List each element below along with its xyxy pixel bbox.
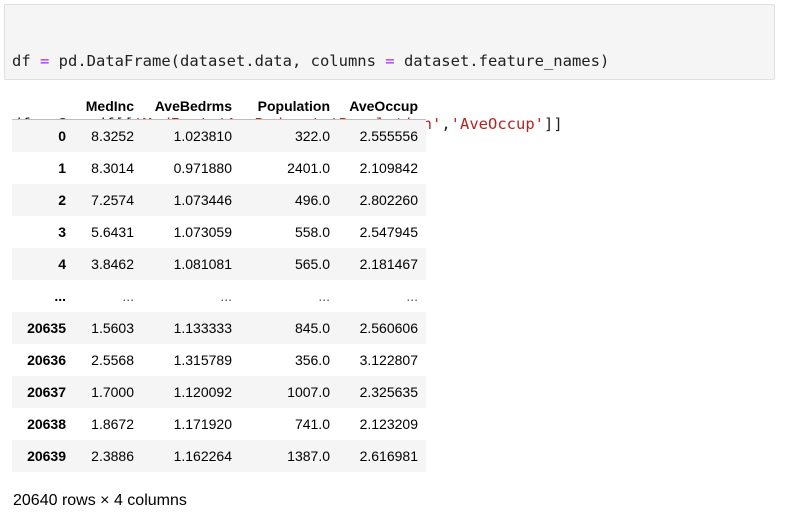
row-index: 20639 <box>27 448 66 464</box>
row-index: ... <box>54 288 66 304</box>
table-cell: 1.073446 <box>173 192 232 208</box>
row-index: 4 <box>58 256 66 272</box>
table-row: 20636 2.5568 1.315789 356.0 3.122807 <box>12 344 426 376</box>
table-cell: 2.123209 <box>359 416 418 432</box>
table-cell: 8.3252 <box>91 128 134 144</box>
table-row: ............... <box>12 280 426 312</box>
table-cell: 565.0 <box>294 256 330 272</box>
header-row: MedInc AveBedrms Population AveOccup <box>12 92 426 120</box>
row-index: 20635 <box>27 320 66 336</box>
table-cell: 3.122807 <box>359 352 418 368</box>
table-cell: 558.0 <box>294 224 330 240</box>
table-cell: 2.802260 <box>359 192 418 208</box>
table-cell: 5.6431 <box>91 224 134 240</box>
table-cell: 322.0 <box>294 128 330 144</box>
table-cell: 2.616981 <box>359 448 418 464</box>
table-row: 1 8.3014 0.971880 2401.0 2.109842 <box>12 152 426 184</box>
table-header: MedInc AveBedrms Population AveOccup <box>12 92 426 120</box>
table-cell: 1.023810 <box>173 128 232 144</box>
table-row: 20637 1.7000 1.120092 1007.0 2.325635 <box>12 376 426 408</box>
table-row: 2 7.2574 1.073446 496.0 2.802260 <box>12 184 426 216</box>
table-cell: 1387.0 <box>287 448 330 464</box>
table-cell: 1.315789 <box>173 352 232 368</box>
row-index: 1 <box>58 160 66 176</box>
code-cell[interactable]: df = pd.DataFrame(dataset.data, columns … <box>4 4 775 196</box>
table-cell: 3.8462 <box>91 256 134 272</box>
table-row: 20638 1.8672 1.171920 741.0 2.123209 <box>12 408 426 440</box>
table-cell: 2401.0 <box>287 160 330 176</box>
table-cell: 2.555556 <box>359 128 418 144</box>
column-header: MedInc <box>74 92 142 120</box>
table-cell: 496.0 <box>294 192 330 208</box>
dataframe-table: MedInc AveBedrms Population AveOccup 0 8.… <box>12 92 426 472</box>
table-cell: 2.5568 <box>91 352 134 368</box>
table-cell: ... <box>406 288 418 304</box>
table-cell: 1.5603 <box>91 320 134 336</box>
table-cell: 1.133333 <box>173 320 232 336</box>
column-header: AveOccup <box>338 92 426 120</box>
table-cell: 7.2574 <box>91 192 134 208</box>
table-cell: 0.971880 <box>173 160 232 176</box>
table-cell: 741.0 <box>294 416 330 432</box>
column-header-index <box>12 92 74 120</box>
row-index: 3 <box>58 224 66 240</box>
row-index: 2 <box>58 192 66 208</box>
row-index: 20636 <box>27 352 66 368</box>
table-cell: 2.560606 <box>359 320 418 336</box>
row-index: 0 <box>58 128 66 144</box>
column-header: Population <box>240 92 338 120</box>
table-cell: 2.181467 <box>359 256 418 272</box>
table-cell: 1.7000 <box>91 384 134 400</box>
table-row: 20639 2.3886 1.162264 1387.0 2.616981 <box>12 440 426 472</box>
column-header: AveBedrms <box>142 92 240 120</box>
table-cell: 356.0 <box>294 352 330 368</box>
table-row: 3 5.6431 1.073059 558.0 2.547945 <box>12 216 426 248</box>
table-cell: ... <box>220 288 232 304</box>
code-line-1: df = pd.DataFrame(dataset.data, columns … <box>12 52 610 70</box>
table-cell: 845.0 <box>294 320 330 336</box>
table-cell: 2.109842 <box>359 160 418 176</box>
table-row: 20635 1.5603 1.133333 845.0 2.560606 <box>12 312 426 344</box>
table-cell: 1.081081 <box>173 256 232 272</box>
table-cell: 1.8672 <box>91 416 134 432</box>
table-cell: ... <box>122 288 134 304</box>
table-cell: 2.325635 <box>359 384 418 400</box>
dataframe-shape: 20640 rows × 4 columns <box>13 492 187 509</box>
table-row: 0 8.3252 1.023810 322.0 2.555556 <box>12 119 426 152</box>
table-cell: 1007.0 <box>287 384 330 400</box>
table-cell: 1.073059 <box>173 224 232 240</box>
table-body: 0 8.3252 1.023810 322.0 2.555556 1 8.3014 0.971… <box>12 119 426 472</box>
row-index: 20637 <box>27 384 66 400</box>
table-cell: 8.3014 <box>91 160 134 176</box>
table-cell: 1.162264 <box>173 448 232 464</box>
table-cell: 1.120092 <box>173 384 232 400</box>
table-cell: ... <box>318 288 330 304</box>
table-row: 4 3.8462 1.081081 565.0 2.181467 <box>12 248 426 280</box>
table-cell: 1.171920 <box>173 416 232 432</box>
table-cell: 2.547945 <box>359 224 418 240</box>
row-index: 20638 <box>27 416 66 432</box>
table-cell: 2.3886 <box>91 448 134 464</box>
